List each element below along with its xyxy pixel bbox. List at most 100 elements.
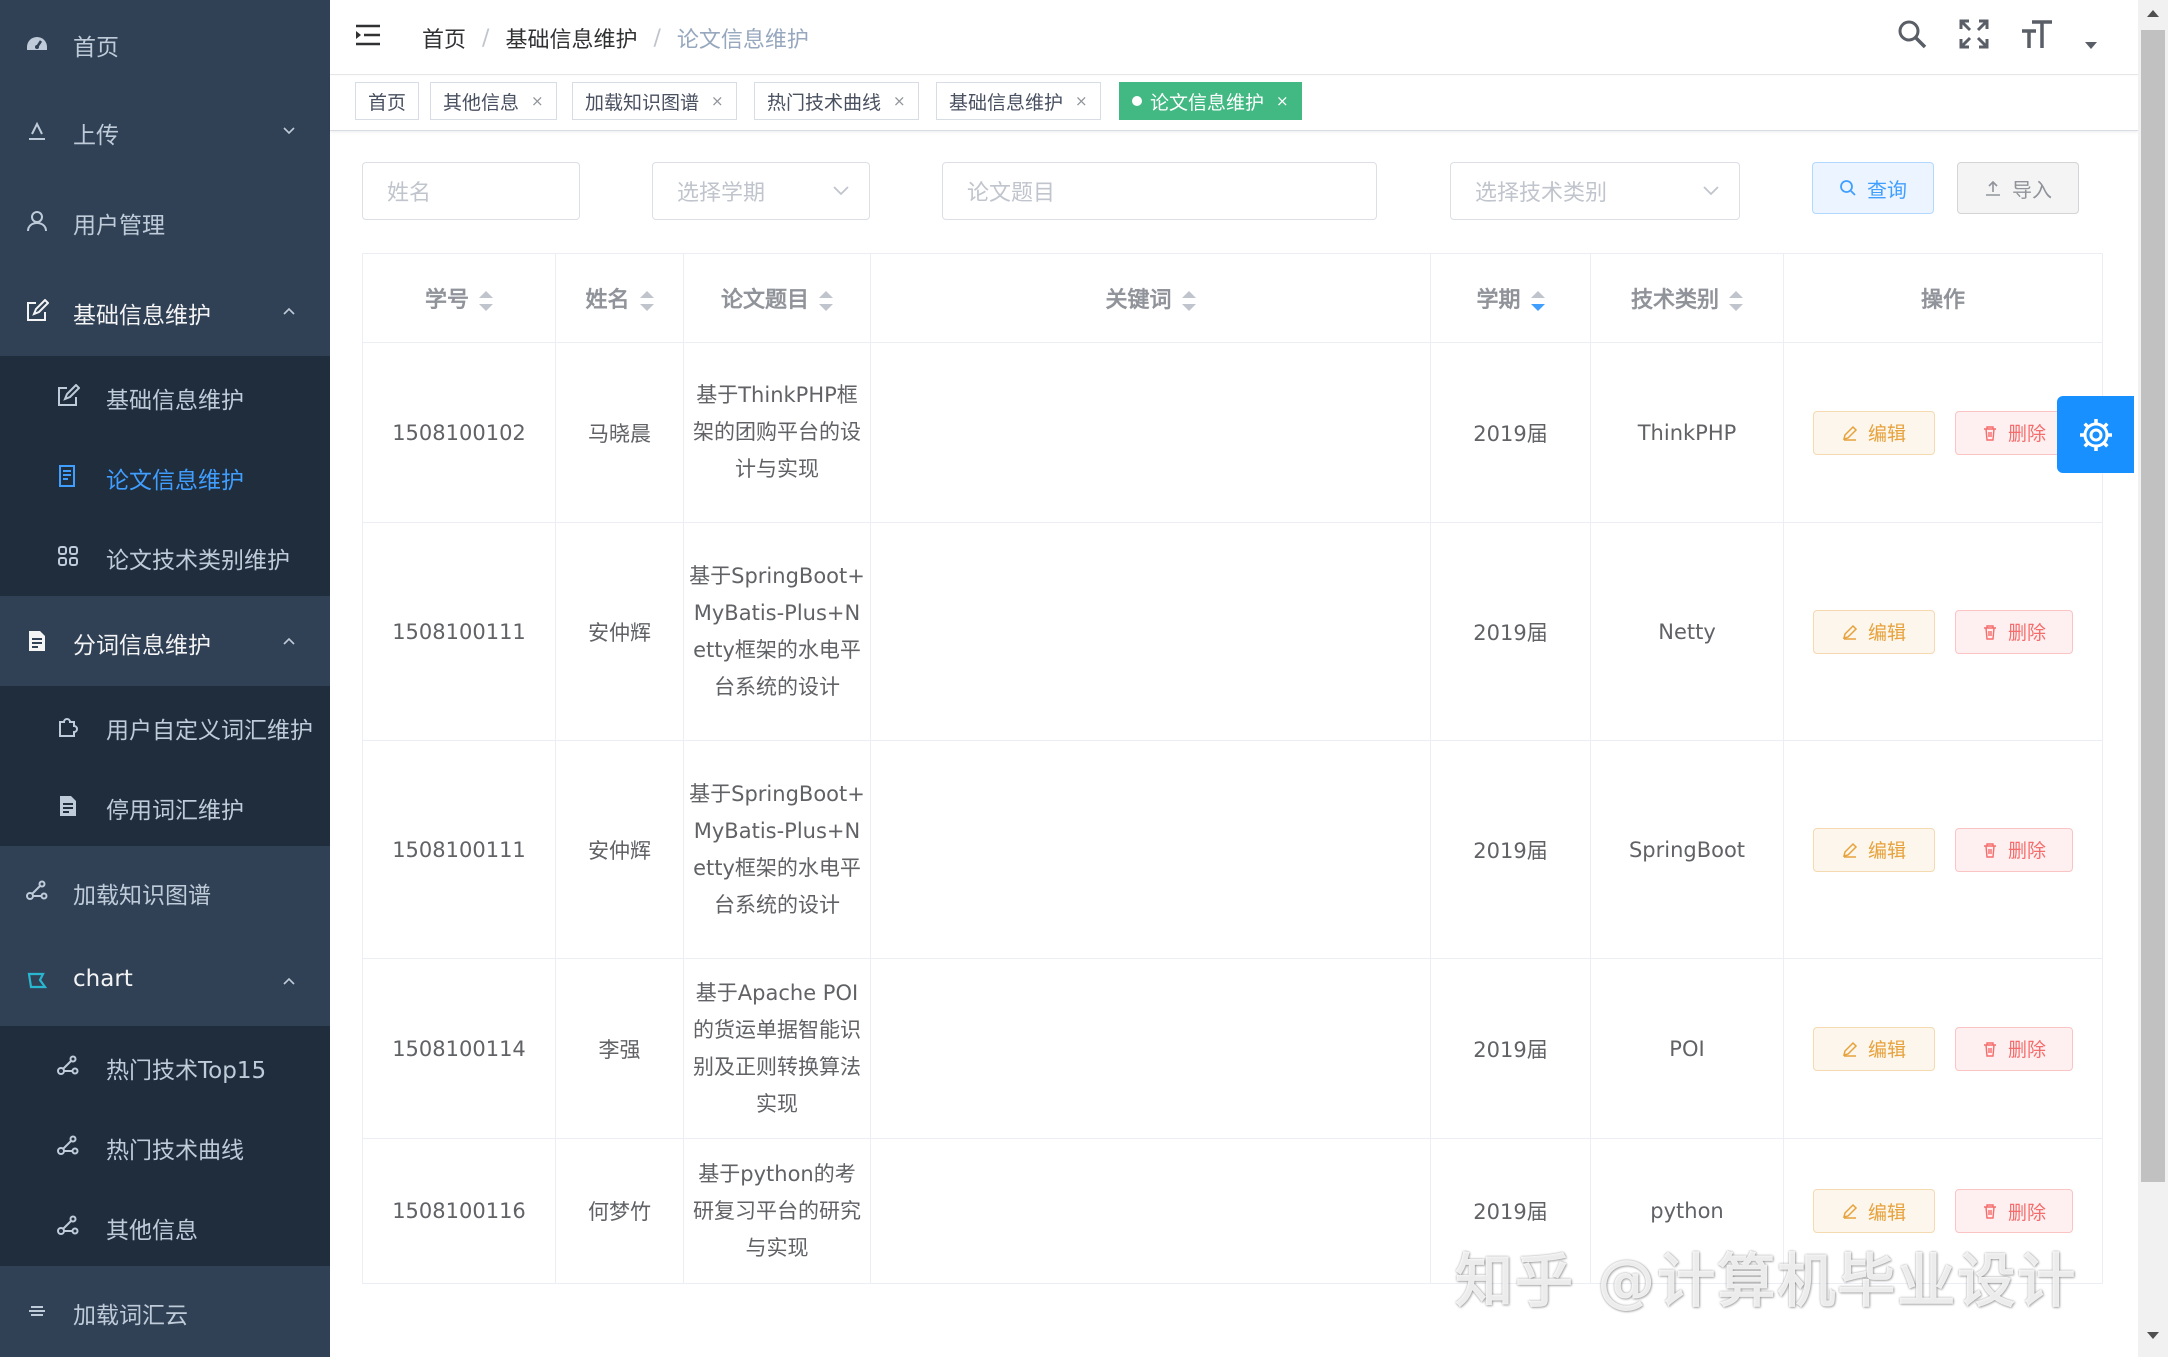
sidebar-item-users[interactable]: 用户管理	[0, 176, 330, 266]
watermark: 知乎 @计算机毕业设计	[1455, 1247, 2078, 1315]
breadcrumb-level1[interactable]: 基础信息维护	[505, 22, 637, 54]
query-button[interactable]: 查询	[1812, 162, 1934, 214]
cell-term: 2019届	[1430, 740, 1591, 959]
cell-id: 1508100111	[362, 522, 556, 741]
import-button[interactable]: 导入	[1957, 162, 2079, 214]
gear-icon	[2079, 418, 2112, 451]
tag-other-info[interactable]: 其他信息 ×	[430, 82, 557, 120]
cell-title: 基于Apache POI的货运单据智能识别及正则转换算法实现	[683, 958, 871, 1139]
cell-keywords	[870, 342, 1431, 523]
close-icon[interactable]: ×	[711, 92, 724, 110]
sidebar-subitem-custom-words[interactable]: 用户自定义词汇维护	[0, 686, 330, 766]
column-header[interactable]: 姓名	[555, 253, 684, 343]
edit-button[interactable]: 编辑	[1813, 1026, 1935, 1071]
edit-label: 编辑	[1867, 1201, 1906, 1224]
tag-paper-info[interactable]: 论文信息维护 ×	[1119, 82, 1302, 120]
delete-button[interactable]: 删除	[1955, 609, 2073, 654]
delete-button[interactable]: 删除	[1955, 410, 2073, 455]
graph-icon	[24, 878, 50, 904]
scrollbar[interactable]	[2138, 0, 2168, 1357]
sort-icon[interactable]	[819, 291, 833, 311]
edit-icon	[1842, 1203, 1858, 1219]
delete-button[interactable]: 删除	[1955, 1189, 2073, 1233]
close-icon[interactable]: ×	[893, 92, 906, 110]
sidebar-item-upload[interactable]: 上传	[0, 86, 330, 176]
trash-icon	[1983, 1041, 1996, 1057]
edit-button[interactable]: 编辑	[1813, 609, 1935, 654]
delete-label: 删除	[2007, 840, 2046, 862]
cell-id: 1508100102	[362, 342, 556, 523]
cell-name: 安仲辉	[555, 740, 684, 959]
edit-button[interactable]: 编辑	[1813, 1189, 1935, 1233]
close-icon[interactable]: ×	[1276, 92, 1289, 110]
sidebar-item-label: 加载知识图谱	[73, 883, 211, 909]
tag-label: 热门技术曲线	[767, 91, 882, 114]
sort-icon[interactable]	[1530, 291, 1545, 311]
tag-label: 基础信息维护	[949, 91, 1064, 114]
sidebar-subitem-tech-category[interactable]: 论文技术类别维护	[0, 516, 330, 596]
column-label: 姓名	[585, 288, 630, 313]
sidebar-item-word-cloud[interactable]: 加载词汇云	[0, 1266, 330, 1357]
delete-button[interactable]: 删除	[1955, 827, 2073, 872]
hamburger-icon[interactable]	[354, 22, 382, 48]
sidebar-item-chart[interactable]: chart	[0, 936, 330, 1026]
sort-icon[interactable]	[1729, 291, 1743, 311]
cell-id: 1508100111	[362, 740, 556, 959]
active-dot	[1132, 96, 1142, 106]
document-icon	[55, 463, 81, 489]
sidebar-item-knowledge-graph[interactable]: 加载知识图谱	[0, 846, 330, 936]
breadcrumb-home[interactable]: 首页	[422, 22, 466, 54]
scroll-down-arrow[interactable]	[2147, 1332, 2159, 1339]
sidebar-item-label: 首页	[73, 35, 119, 61]
sidebar-item-home[interactable]: 首页	[0, 0, 330, 86]
delete-button[interactable]: 删除	[1955, 1026, 2073, 1071]
settings-button[interactable]	[2057, 396, 2134, 473]
sidebar-subitem-tech-curve[interactable]: 热门技术曲线	[0, 1106, 330, 1186]
close-icon[interactable]: ×	[1075, 92, 1088, 110]
column-header[interactable]: 论文题目	[683, 253, 871, 343]
graph-icon	[55, 1133, 81, 1159]
column-label: 操作	[1920, 288, 1965, 313]
term-select[interactable]: 选择学期	[652, 162, 870, 220]
close-icon[interactable]: ×	[531, 92, 544, 110]
sidebar-subitem-basic-info[interactable]: 基础信息维护	[0, 356, 330, 436]
sidebar-subitem-stop-words[interactable]: 停用词汇维护	[0, 766, 330, 846]
sidebar-subitem-other-info[interactable]: 其他信息	[0, 1186, 330, 1266]
cell-category: SpringBoot	[1590, 740, 1784, 959]
cell-title: 基于python的考研复习平台的研究与实现	[683, 1138, 871, 1284]
cell-keywords	[870, 740, 1431, 959]
sort-icon[interactable]	[639, 291, 654, 311]
tag-tech-curve[interactable]: 热门技术曲线 ×	[754, 82, 919, 120]
edit-label: 编辑	[1867, 622, 1906, 644]
scroll-up-arrow[interactable]	[2147, 10, 2159, 17]
sidebar-item-segmentation[interactable]: 分词信息维护	[0, 596, 330, 686]
sidebar-subitem-paper-info[interactable]: 论文信息维护	[0, 436, 330, 516]
column-header[interactable]: 关键词	[870, 253, 1431, 343]
sidebar-item-basic-info[interactable]: 基础信息维护	[0, 266, 330, 356]
scrollbar-thumb[interactable]	[2141, 30, 2165, 1182]
edit-button[interactable]: 编辑	[1813, 827, 1935, 872]
trash-icon	[1983, 624, 1996, 640]
sort-icon[interactable]	[479, 291, 493, 311]
fullscreen-icon[interactable]	[1958, 18, 1990, 50]
category-select[interactable]: 选择技术类别	[1450, 162, 1740, 220]
font-size-icon[interactable]	[2020, 18, 2054, 50]
tag-home[interactable]: 首页	[355, 82, 420, 120]
sort-icon[interactable]	[1181, 291, 1196, 311]
edit-button[interactable]: 编辑	[1813, 410, 1935, 455]
caret-down-icon[interactable]	[2084, 18, 2098, 50]
cell-title: 基于SpringBoot+MyBatis-Plus+Netty框架的水电平台系统…	[683, 740, 871, 959]
chart-icon	[24, 968, 50, 994]
sidebar-subitem-top15[interactable]: 热门技术Top15	[0, 1026, 330, 1106]
column-header[interactable]: 学期	[1430, 253, 1591, 343]
cell-id: 1508100116	[362, 1138, 556, 1284]
column-header[interactable]: 技术类别	[1590, 253, 1784, 343]
edit-label: 编辑	[1867, 423, 1906, 445]
tag-basic-info[interactable]: 基础信息维护 ×	[936, 82, 1101, 120]
name-input[interactable]: 姓名	[362, 162, 580, 220]
edit-icon	[24, 298, 50, 324]
column-header[interactable]: 学号	[362, 253, 556, 343]
title-input[interactable]: 论文题目	[942, 162, 1377, 220]
search-icon[interactable]	[1896, 18, 1928, 50]
tag-knowledge-graph[interactable]: 加载知识图谱 ×	[572, 82, 737, 120]
